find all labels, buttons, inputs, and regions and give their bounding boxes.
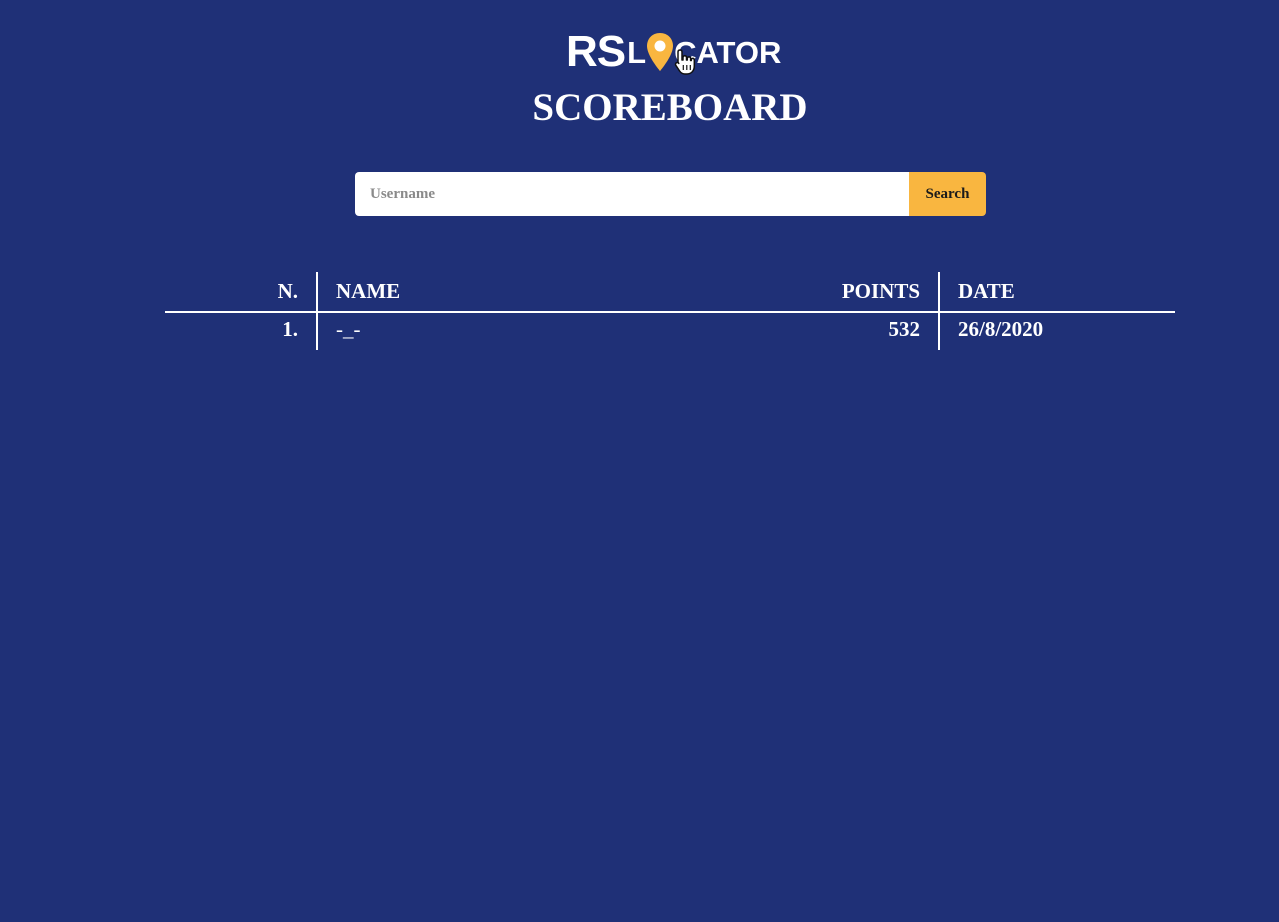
location-pin-icon xyxy=(647,33,674,71)
column-header-rank: N. xyxy=(165,272,319,313)
column-header-points: POINTS xyxy=(823,272,941,313)
cell-points: 532 xyxy=(823,312,941,350)
cell-rank: 1. xyxy=(165,312,319,350)
column-header-date: DATE xyxy=(939,272,1175,313)
cell-name: -_- xyxy=(336,317,361,341)
hand-pointer-icon xyxy=(674,49,696,75)
column-header-name: NAME xyxy=(317,272,824,313)
username-search-input[interactable] xyxy=(355,172,909,216)
scoreboard-table: N. NAME POINTS DATE 1. -_- 532 26/8/2020 xyxy=(165,272,1175,350)
logo-text-rs: RS xyxy=(566,27,626,76)
table-header-row: N. NAME POINTS DATE xyxy=(165,272,1175,313)
search-bar: Search xyxy=(355,172,986,216)
logo[interactable]: RS L CATOR xyxy=(566,22,781,76)
logo-text-l: L xyxy=(627,35,647,70)
page-title: SCOREBOARD xyxy=(532,86,808,129)
logo-text-locator: L CATOR xyxy=(627,28,781,71)
cell-date: 26/8/2020 xyxy=(958,317,1044,341)
table-row: 1. -_- 532 26/8/2020 xyxy=(165,312,1175,350)
search-button[interactable]: Search xyxy=(909,172,986,216)
